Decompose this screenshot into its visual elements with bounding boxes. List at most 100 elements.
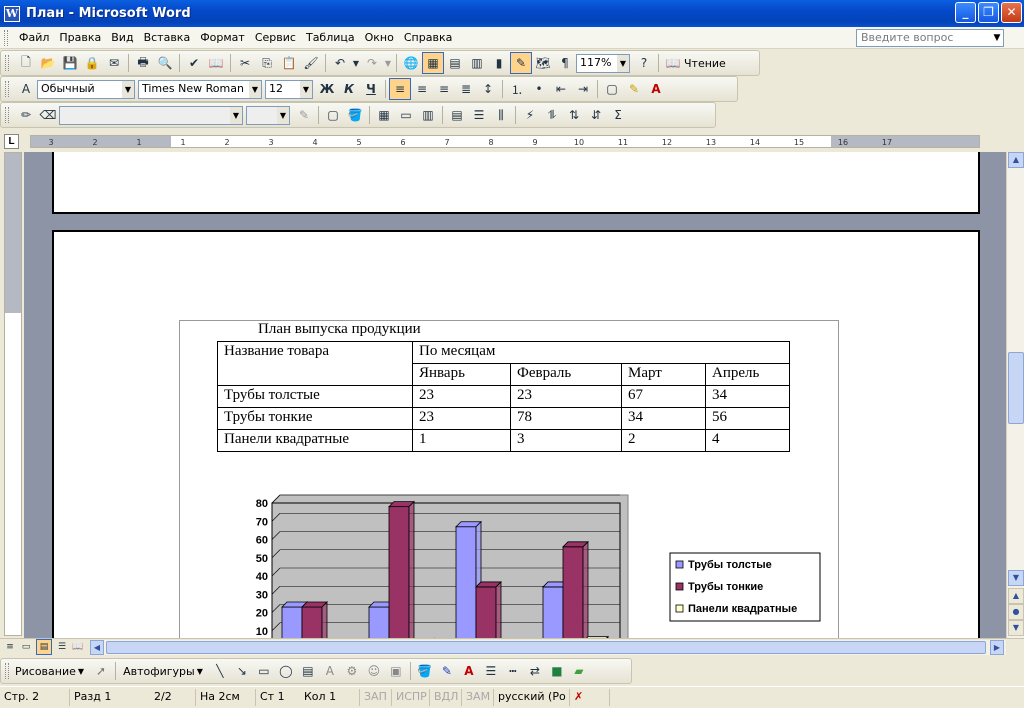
vertical-scrollbar[interactable]: ▲ ▼ ▲ ● ▼ — [1006, 152, 1024, 638]
drawing-icon[interactable]: ✎ — [510, 52, 532, 74]
toolbar-grip[interactable] — [5, 55, 9, 71]
select-browse-object-icon[interactable]: ● — [1008, 604, 1024, 620]
3d-style-icon[interactable]: ▰ — [568, 660, 590, 682]
print-icon[interactable]: 🖶 — [132, 52, 154, 74]
menu-file[interactable]: Файл — [14, 31, 54, 44]
table-cell[interactable]: 4 — [705, 429, 790, 452]
table-cell[interactable]: 2 — [621, 429, 706, 452]
menu-format[interactable]: Формат — [195, 31, 250, 44]
menu-view[interactable]: Вид — [106, 31, 138, 44]
help-icon[interactable]: ? — [633, 52, 655, 74]
table-cell[interactable]: 78 — [510, 407, 622, 430]
embedded-chart[interactable]: 80 70 60 50 40 30 20 10 Трубы толстые Трубы тонки… — [180, 491, 838, 638]
help-dropdown-icon[interactable]: ▼ — [990, 29, 1004, 47]
distribute-rows-icon[interactable]: ☰ — [468, 104, 490, 126]
header-month[interactable]: Январь — [412, 363, 511, 386]
status-overtype[interactable]: ЗАМ — [462, 689, 494, 706]
numbering-icon[interactable]: ⒈ — [506, 78, 528, 100]
wordart-icon[interactable]: A — [319, 660, 341, 682]
toolbar-grip[interactable] — [5, 81, 9, 97]
text-box-icon[interactable]: ▤ — [297, 660, 319, 682]
draw-dropdown-icon[interactable]: ▼ — [78, 667, 84, 676]
scroll-down-icon[interactable]: ▼ — [1008, 570, 1024, 586]
autosum-icon[interactable]: Σ — [607, 104, 629, 126]
style-select[interactable]: Обычный ▼ — [37, 79, 135, 99]
undo-icon[interactable]: ↶ — [329, 52, 351, 74]
autoshapes-menu[interactable]: Автофигуры — [123, 665, 195, 678]
redo-icon[interactable]: ↷ — [361, 52, 383, 74]
merge-cells-icon[interactable]: ▭ — [395, 104, 417, 126]
increase-indent-icon[interactable]: ⇥ — [572, 78, 594, 100]
arrow-icon[interactable]: ↘ — [231, 660, 253, 682]
status-record[interactable]: ЗАП — [360, 689, 392, 706]
next-page-icon[interactable]: ▼ — [1008, 620, 1024, 636]
line-style-icon[interactable]: ☰ — [480, 660, 502, 682]
redo-dropdown-icon[interactable]: ▼ — [383, 52, 393, 74]
copy-icon[interactable]: ⎘ — [256, 52, 278, 74]
table-cell[interactable]: 67 — [621, 385, 706, 408]
autoshapes-dropdown-icon[interactable]: ▼ — [197, 667, 203, 676]
menu-edit[interactable]: Правка — [54, 31, 106, 44]
arrow-style-icon[interactable]: ⇄ — [524, 660, 546, 682]
permission-icon[interactable]: 🔒 — [81, 52, 103, 74]
table-cell[interactable]: 3 — [510, 429, 622, 452]
open-folder-icon[interactable]: 📂 — [37, 52, 59, 74]
document-map-icon[interactable]: 🗺 — [532, 52, 554, 74]
shading-color-icon[interactable]: 🪣 — [344, 104, 366, 126]
fill-color-icon[interactable]: 🪣 — [414, 660, 436, 682]
autoformat-icon[interactable]: ⚡ — [519, 104, 541, 126]
header-month[interactable]: Март — [621, 363, 706, 386]
previous-page-icon[interactable]: ▲ — [1008, 588, 1024, 604]
help-search-input[interactable]: Введите вопрос — [856, 29, 1004, 47]
tables-borders-icon[interactable]: ▦ — [422, 52, 444, 74]
table-cell[interactable]: 34 — [621, 407, 706, 430]
split-cells-icon[interactable]: ▥ — [417, 104, 439, 126]
toolbar-grip[interactable] — [5, 663, 9, 679]
shadow-style-icon[interactable]: ■ — [546, 660, 568, 682]
status-language[interactable]: русский (Ро — [494, 689, 570, 706]
italic-button[interactable]: К — [338, 78, 360, 100]
paste-icon[interactable]: 📋 — [278, 52, 300, 74]
read-mode-icon[interactable]: 📖 — [662, 52, 684, 74]
line-spacing-icon[interactable]: ↕ — [477, 78, 499, 100]
header-month[interactable]: Апрель — [705, 363, 790, 386]
zoom-select[interactable]: 117% ▼ — [576, 53, 630, 73]
table-cell[interactable]: 23 — [412, 407, 511, 430]
status-track[interactable]: ИСПР — [392, 689, 430, 706]
row-name[interactable]: Трубы тонкие — [217, 407, 413, 430]
line-color-icon[interactable]: ✎ — [436, 660, 458, 682]
undo-dropdown-icon[interactable]: ▼ — [351, 52, 361, 74]
table-cell[interactable]: 56 — [705, 407, 790, 430]
save-icon[interactable]: 💾 — [59, 52, 81, 74]
horizontal-scrollbar[interactable]: ◀ ▶ — [90, 640, 1006, 655]
font-select[interactable]: Times New Roman ▼ — [138, 79, 262, 99]
restore-button[interactable]: ❐ — [978, 2, 999, 23]
bold-button[interactable]: Ж — [316, 78, 338, 100]
sort-ascending-icon[interactable]: ⇅ — [563, 104, 585, 126]
oval-icon[interactable]: ◯ — [275, 660, 297, 682]
highlight-icon[interactable]: ✎ — [623, 78, 645, 100]
toolbar-grip[interactable] — [5, 107, 9, 123]
spelling-icon[interactable]: ✔ — [183, 52, 205, 74]
styles-icon[interactable]: A — [15, 78, 37, 100]
insert-excel-icon[interactable]: ▥ — [466, 52, 488, 74]
header-month[interactable]: Февраль — [510, 363, 622, 386]
horizontal-scroll-thumb[interactable] — [106, 641, 986, 654]
close-button[interactable]: ✕ — [1001, 2, 1022, 23]
status-extend[interactable]: ВДЛ — [430, 689, 462, 706]
borders-icon[interactable]: ▢ — [601, 78, 623, 100]
menu-table[interactable]: Таблица — [301, 31, 360, 44]
table-cell[interactable]: 23 — [412, 385, 511, 408]
minimize-button[interactable]: _ — [955, 2, 976, 23]
align-right-icon[interactable]: ≡ — [433, 78, 455, 100]
menubar-grip[interactable] — [4, 29, 8, 46]
menu-help[interactable]: Справка — [399, 31, 457, 44]
print-layout-view-icon[interactable]: ▤ — [36, 639, 52, 655]
reading-view-icon[interactable]: 📖 — [70, 639, 86, 655]
research-icon[interactable]: 📖 — [205, 52, 227, 74]
text-direction-icon[interactable]: ⥮ — [541, 104, 563, 126]
select-objects-icon[interactable]: ➚ — [90, 660, 112, 682]
new-document-icon[interactable]: 🗋 — [15, 52, 37, 74]
draw-menu[interactable]: Рисование — [15, 665, 76, 678]
table-cell[interactable]: 34 — [705, 385, 790, 408]
